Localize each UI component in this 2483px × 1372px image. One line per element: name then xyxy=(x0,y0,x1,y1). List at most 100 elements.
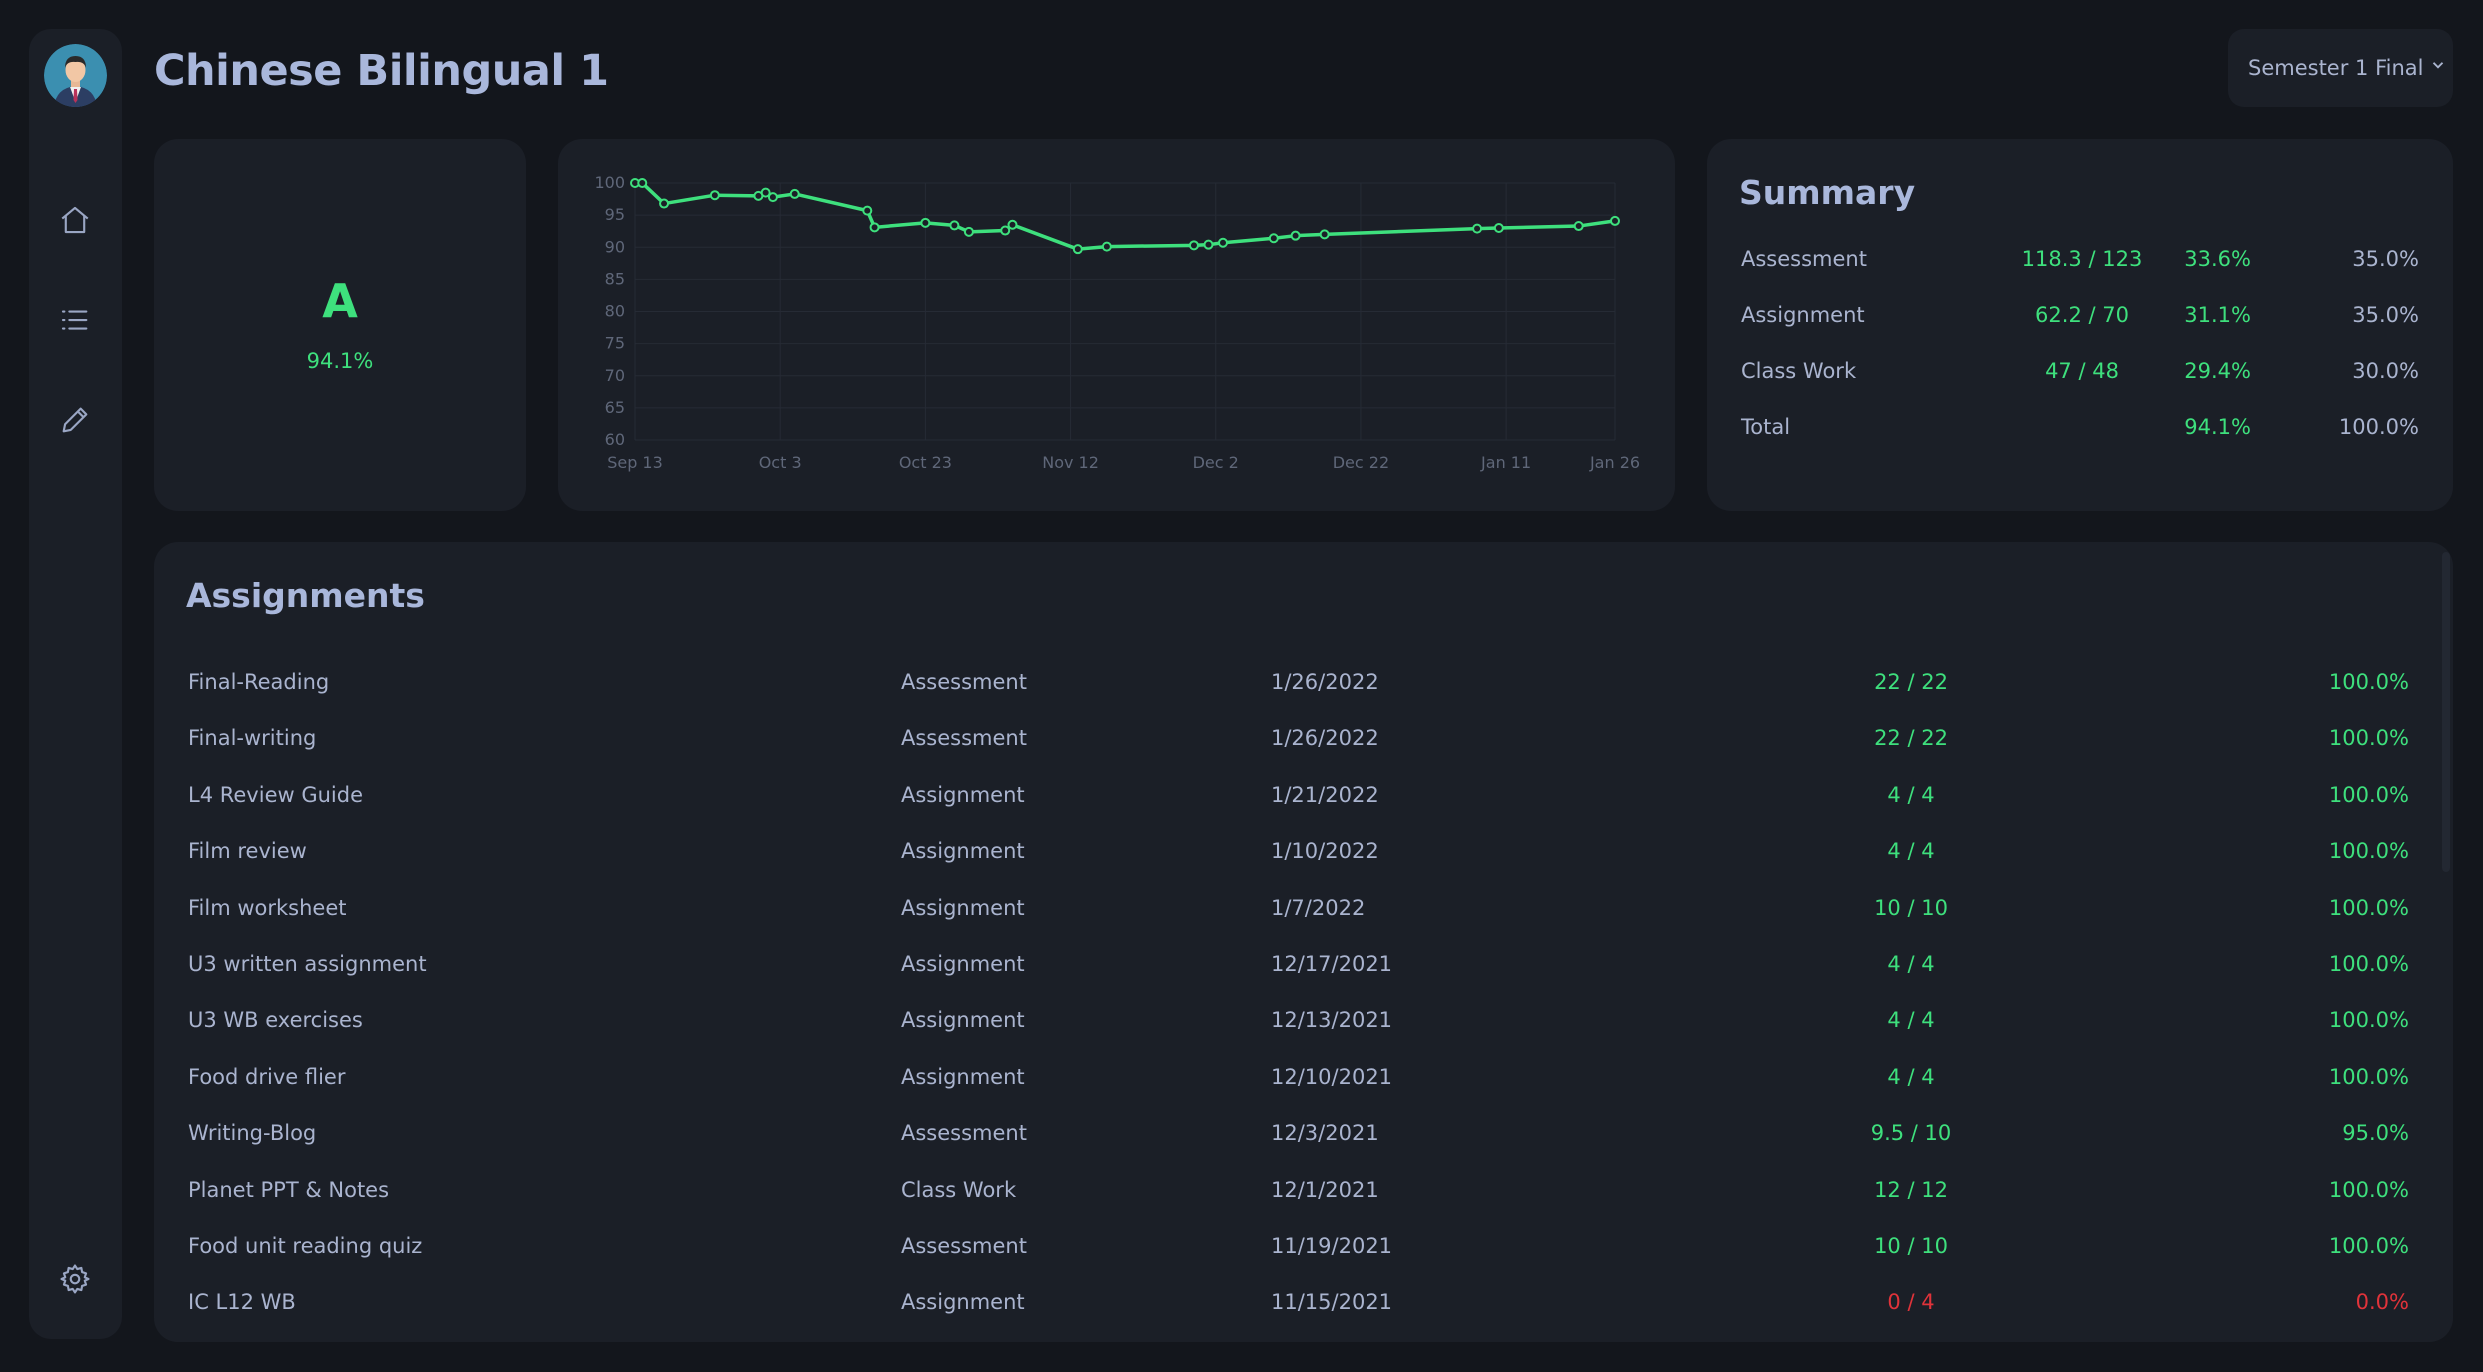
assignment-name: Writing-Blog xyxy=(188,1121,317,1146)
series-line xyxy=(635,181,1616,251)
assignment-percent: 95.0% xyxy=(2342,1121,2409,1146)
page-title: Chinese Bilingual 1 xyxy=(154,46,609,96)
x-tick-label: Nov 12 xyxy=(1042,453,1099,472)
summary-weight: 30.0% xyxy=(2352,359,2419,383)
assignment-percent: 100.0% xyxy=(2328,895,2409,920)
y-tick-label: 80 xyxy=(605,302,625,321)
assignment-name: L4 Review Guide xyxy=(188,782,364,807)
assignment-percent: 100.0% xyxy=(2328,670,2409,694)
assignment-category: Assessment xyxy=(901,670,1027,694)
assignment-percent: 100.0% xyxy=(2328,782,2409,807)
assignment-row[interactable]: Food drive flier Assignment 12/10/2021 4 / … xyxy=(154,1057,2453,1097)
assignment-date: 12/17/2021 xyxy=(1271,952,1393,976)
assignment-name: Final-Reading xyxy=(188,670,330,694)
assignment-date: 12/13/2021 xyxy=(1271,1008,1393,1033)
sidebar xyxy=(29,29,122,1339)
assignment-row[interactable]: Film review Assignment 1/10/2022 4 / 4 100.0… xyxy=(154,831,2453,871)
assignment-date: 1/26/2022 xyxy=(1271,670,1379,694)
assignment-score: 4 / 4 xyxy=(1887,839,1935,864)
assignment-category: Assignment xyxy=(901,839,1025,864)
summary-category: Assessment xyxy=(1741,247,1867,271)
data-point xyxy=(1290,230,1301,241)
assignment-row[interactable]: Film worksheet Assignment 1/7/2022 10 / 10 1… xyxy=(154,888,2453,928)
assignment-date: 1/7/2022 xyxy=(1271,895,1366,920)
x-tick-label: Jan 11 xyxy=(1480,453,1531,472)
assignment-category: Assessment xyxy=(901,1234,1027,1258)
assignment-name: Film review xyxy=(188,839,307,864)
assignment-percent: 100.0% xyxy=(2328,1177,2409,1202)
assignment-category: Assignment xyxy=(901,952,1025,976)
summary-row: Assignment 62.2 / 70 31.1% 35.0% xyxy=(1707,295,2453,335)
data-point xyxy=(1101,241,1112,252)
summary-points: 62.2 / 70 xyxy=(2035,303,2129,327)
grade-card: A 94.1% xyxy=(154,139,526,511)
assignments-title: Assignments xyxy=(186,576,425,615)
y-tick-label: 100 xyxy=(594,173,625,192)
summary-percent: 29.4% xyxy=(2184,359,2251,383)
x-tick-label: Sep 13 xyxy=(607,453,663,472)
data-point xyxy=(1268,233,1279,244)
semester-select[interactable]: Semester 1 Final xyxy=(2228,29,2453,107)
assignment-date: 1/21/2022 xyxy=(1271,782,1379,807)
summary-row: Total 94.1% 100.0% xyxy=(1707,407,2453,447)
y-tick-label: 90 xyxy=(605,237,625,256)
data-point xyxy=(1203,239,1214,250)
assignment-score: 22 / 22 xyxy=(1874,726,1948,751)
data-point xyxy=(1000,225,1011,236)
assignment-row[interactable]: Planet PPT & Notes Class Work 12/1/2021 12 … xyxy=(154,1170,2453,1210)
assignment-date: 11/19/2021 xyxy=(1271,1234,1393,1258)
assignment-category: Assessment xyxy=(901,1121,1027,1146)
x-tick-label: Jan 26 xyxy=(1589,453,1640,472)
data-point xyxy=(963,226,974,237)
assignment-date: 12/1/2021 xyxy=(1271,1177,1379,1202)
summary-points: 118.3 / 123 xyxy=(2021,247,2143,271)
assignments-card: Assignments Final-Reading Assessment 1/26/… xyxy=(154,542,2453,1342)
summary-percent: 33.6% xyxy=(2184,247,2251,271)
data-point xyxy=(1472,223,1483,234)
home-icon[interactable] xyxy=(55,200,95,240)
assignment-row[interactable]: Final-writing Assessment 1/26/2022 22 / 22 1… xyxy=(154,718,2453,758)
data-point xyxy=(709,190,720,201)
gear-icon[interactable] xyxy=(55,1259,95,1299)
assignment-row[interactable]: Writing-Blog Assessment 12/3/2021 9.5 / 10 9… xyxy=(154,1113,2453,1153)
summary-percent: 94.1% xyxy=(2184,415,2251,439)
summary-title: Summary xyxy=(1739,173,1916,212)
data-point xyxy=(1188,240,1199,251)
semester-select-label: Semester 1 Final xyxy=(2248,56,2424,80)
x-tick-label: Oct 3 xyxy=(759,453,802,472)
grade-percent: 94.1% xyxy=(306,349,374,373)
data-point xyxy=(789,188,800,199)
assignment-name: U3 WB exercises xyxy=(188,1008,363,1033)
assignment-name: Planet PPT & Notes xyxy=(188,1177,390,1202)
data-point xyxy=(869,222,880,233)
assignment-score: 4 / 4 xyxy=(1887,1064,1935,1089)
scrollbar[interactable] xyxy=(2442,552,2450,872)
assignment-category: Assignment xyxy=(901,1008,1025,1033)
list-icon[interactable] xyxy=(55,300,95,340)
assignment-row[interactable]: Final-Reading Assessment 1/26/2022 22 / 22 1… xyxy=(154,662,2453,702)
avatar[interactable] xyxy=(44,44,107,107)
assignment-score: 10 / 10 xyxy=(1874,895,1948,920)
x-tick-label: Dec 2 xyxy=(1193,453,1239,472)
summary-percent: 31.1% xyxy=(2184,303,2251,327)
assignment-row[interactable]: Food unit reading quiz Assessment 11/19/20… xyxy=(154,1226,2453,1266)
summary-category: Class Work xyxy=(1741,359,1857,383)
assignment-score: 4 / 4 xyxy=(1887,952,1935,976)
grade-trend-svg: 60 65 70 75 80 85 90 95 100 Sep 13 Oct 3 Oct 23 Nov … xyxy=(594,173,1640,472)
assignment-row[interactable]: U3 written assignment Assignment 12/17/202… xyxy=(154,944,2453,984)
grade-letter: A xyxy=(322,274,358,328)
assignment-row[interactable]: L4 Review Guide Assignment 1/21/2022 4 / 4 1… xyxy=(154,775,2453,815)
data-point xyxy=(1007,219,1018,230)
pencil-icon[interactable] xyxy=(55,400,95,440)
summary-weight: 35.0% xyxy=(2352,303,2419,327)
assignment-category: Assignment xyxy=(901,782,1025,807)
summary-row: Assessment 118.3 / 123 33.6% 35.0% xyxy=(1707,239,2453,279)
assignment-row[interactable]: U3 WB exercises Assignment 12/13/2021 4 / 4… xyxy=(154,1000,2453,1040)
assignment-date: 1/26/2022 xyxy=(1271,726,1379,751)
x-tick-label: Dec 22 xyxy=(1333,453,1389,472)
assignment-score: 9.5 / 10 xyxy=(1870,1121,1952,1146)
summary-category: Total xyxy=(1741,415,1791,439)
data-point xyxy=(1493,222,1504,233)
chevron-down-icon xyxy=(2432,62,2444,69)
data-point xyxy=(920,217,931,228)
